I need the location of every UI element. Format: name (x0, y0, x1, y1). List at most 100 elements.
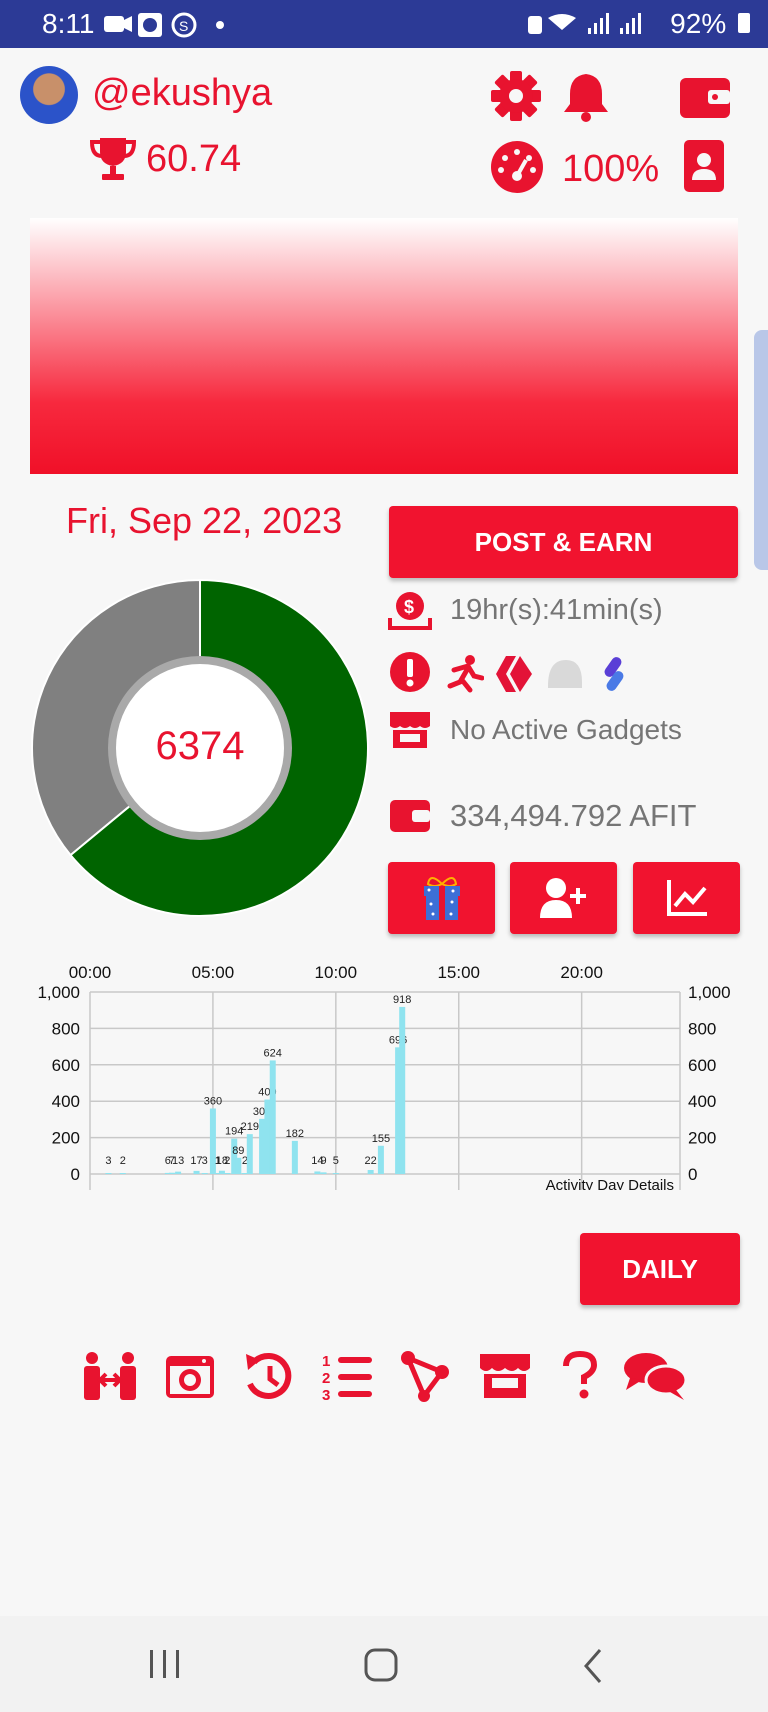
power-percent: 100% (562, 148, 660, 190)
chart-bar (399, 1006, 406, 1174)
bell-icon[interactable] (560, 70, 612, 122)
y-tick-label-left: 800 (52, 1019, 80, 1038)
chart-bar (320, 1172, 327, 1174)
bar-value-label: 9 (320, 1155, 326, 1167)
wallet-balance-icon (390, 800, 430, 832)
chart-bar (193, 1170, 200, 1174)
chart-bar (332, 1173, 339, 1174)
line-chart-icon (666, 880, 707, 916)
trophy-icon (89, 138, 137, 180)
svg-text:$: $ (404, 597, 414, 617)
chart-y-ticks: 1,000 1,000 800 800 600 600 400 400 200 200 0 0 (37, 983, 730, 1184)
hive-icon[interactable] (492, 654, 536, 694)
svg-text:3: 3 (322, 1387, 330, 1402)
x-tick-label: 20:00 (560, 963, 603, 982)
help-icon[interactable] (560, 1350, 600, 1402)
bar-value-label: 2 (120, 1155, 126, 1167)
svg-text:S: S (179, 18, 188, 34)
score-value: 60.74 (146, 138, 242, 180)
chart-bar (105, 1173, 112, 1174)
y-tick-label-right: 400 (688, 1092, 716, 1111)
status-bar: 8:11 S 92% (0, 0, 768, 48)
battery-percent: 92% (670, 8, 727, 39)
battery-status: 92% (670, 8, 750, 40)
x-tick-label: 05:00 (192, 963, 235, 982)
chart-bar (201, 1173, 208, 1174)
y-tick-label-right: 200 (688, 1129, 716, 1148)
chart-x-ticks: 00:00 05:00 10:00 15:00 20:00 (69, 963, 603, 982)
gear-icon[interactable] (490, 70, 542, 122)
chart-bars: 3 2 6713 17 33601182194892219303409624182149… (105, 994, 411, 1174)
store-icon[interactable] (388, 708, 432, 752)
y-tick-label-left: 1,000 (37, 983, 80, 1002)
money-timer-icon: $ (388, 592, 432, 630)
y-tick-label-left: 400 (52, 1092, 80, 1111)
bar-value-label: 3 (105, 1155, 111, 1167)
helmet-icon[interactable] (544, 654, 584, 694)
status-time: 8:11 (42, 8, 95, 39)
y-tick-label-left: 200 (52, 1129, 80, 1148)
bar-value-label: 2 (224, 1155, 230, 1167)
bar-value-label: 155 (372, 1133, 390, 1145)
chart-bar (246, 1134, 253, 1174)
chart-annotation: Activity Day Details (546, 1177, 674, 1190)
chart-bar (175, 1171, 182, 1174)
android-nav-bar (0, 1616, 768, 1712)
wallet-icon[interactable] (678, 74, 732, 122)
y-tick-label-right: 0 (688, 1165, 697, 1184)
y-tick-label-right: 600 (688, 1056, 716, 1075)
y-tick-label-left: 600 (52, 1056, 80, 1075)
id-badge-icon[interactable] (682, 138, 726, 194)
token-badge-icon[interactable] (600, 654, 630, 694)
ranking-list-icon[interactable]: 1 2 3 (322, 1352, 374, 1402)
bar-value-label: 624 (264, 1047, 282, 1059)
back-icon[interactable] (580, 1646, 610, 1686)
chart-bar (367, 1169, 374, 1174)
bar-value-label: 360 (204, 1095, 222, 1107)
camera-icon[interactable] (164, 1352, 216, 1402)
gift-button[interactable] (388, 862, 495, 934)
svg-text:1: 1 (322, 1353, 330, 1370)
share-icon[interactable] (400, 1350, 450, 1402)
home-icon[interactable] (362, 1646, 402, 1686)
bar-value-label: 5 (333, 1155, 339, 1167)
status-app-icons: S (104, 12, 224, 38)
x-tick-label: 15:00 (437, 963, 480, 982)
chart-bar (119, 1173, 126, 1174)
exercise-icon[interactable] (80, 1350, 140, 1402)
chat-icon[interactable] (622, 1350, 688, 1402)
avatar[interactable] (20, 66, 78, 124)
side-drawer-handle[interactable] (754, 330, 768, 570)
add-user-icon (539, 878, 586, 918)
bar-value-label: 3 (202, 1155, 208, 1167)
chart-bar (224, 1173, 231, 1174)
gift-icon (423, 877, 460, 920)
activity-chart: 00:00 05:00 10:00 15:00 20:00 1,000 1,000 800 8… (37, 963, 731, 1190)
steps-count: 6374 (155, 724, 245, 768)
active-gadgets-status: No Active Gadgets (450, 714, 682, 745)
runner-badge-icon[interactable] (444, 654, 484, 694)
post-timer: 19hr(s):41min(s) (450, 594, 663, 626)
recent-apps-icon[interactable] (146, 1648, 186, 1682)
add-friend-button[interactable] (510, 862, 617, 934)
banner-ad[interactable] (30, 218, 738, 474)
post-earn-label: POST & EARN (474, 526, 653, 557)
chart-bar (259, 1118, 266, 1174)
stats-button[interactable] (633, 862, 740, 934)
current-date: Fri, Sep 22, 2023 (66, 500, 343, 541)
afit-balance: 334,494.792 AFIT (450, 798, 697, 833)
battery-icon (738, 13, 750, 33)
shop-icon[interactable] (478, 1350, 532, 1402)
post-earn-button[interactable]: POST & EARN (389, 506, 738, 578)
bar-value-label: 22 (365, 1155, 377, 1167)
chart-bar (314, 1171, 321, 1174)
speedometer-icon[interactable] (490, 140, 544, 194)
chart-bar (291, 1140, 298, 1174)
username: @ekushya (92, 72, 273, 114)
alert-icon[interactable] (388, 650, 432, 694)
daily-button[interactable]: DAILY (580, 1233, 740, 1305)
bar-value-label: 918 (393, 994, 411, 1006)
history-icon[interactable] (242, 1350, 296, 1404)
x-tick-label: 10:00 (315, 963, 358, 982)
bar-value-label: 219 (241, 1121, 259, 1133)
